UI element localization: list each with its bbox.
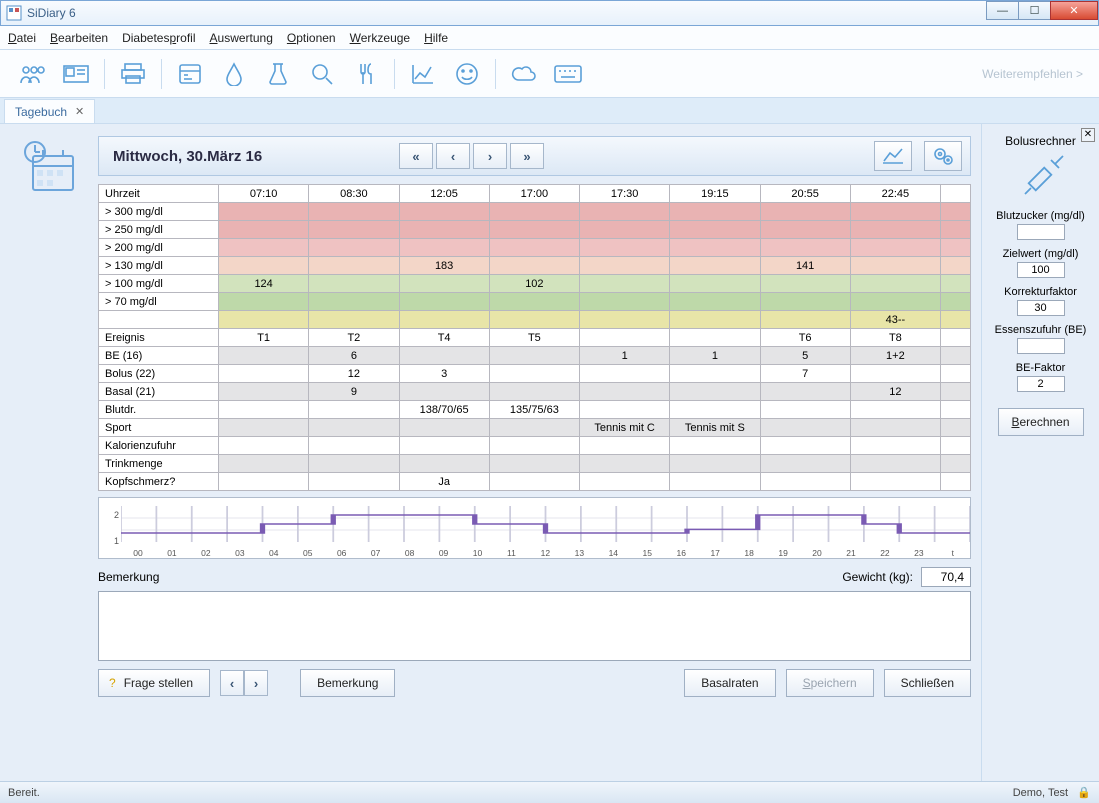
next-day-button[interactable]: › [473, 143, 507, 169]
first-day-button[interactable]: « [399, 143, 433, 169]
menu-tools[interactable]: Werkzeuge [350, 31, 410, 45]
diary-grid[interactable]: Uhrzeit07:1008:3012:0517:0017:3019:1520:… [98, 184, 971, 491]
settings-button[interactable] [924, 141, 962, 171]
drop-icon[interactable] [220, 60, 248, 88]
basal-chart: 21 0001020304050607080910111213141516171… [98, 497, 971, 559]
bolus-title: Bolusrechner [988, 134, 1093, 148]
minimize-button[interactable]: — [986, 1, 1019, 20]
status-ready: Bereit. [8, 787, 40, 799]
menu-edit[interactable]: Bearbeiten [50, 31, 108, 45]
recommend-link[interactable]: Weiterempfehlen > [982, 67, 1083, 81]
ask-question-button[interactable]: ?Frage stellen [98, 669, 210, 697]
save-button[interactable]: Speichern [786, 669, 874, 697]
smiley-icon[interactable] [453, 60, 481, 88]
ask-prev-button[interactable]: ‹ [220, 670, 244, 696]
ask-next-button[interactable]: › [244, 670, 268, 696]
basalrates-button[interactable]: Basalraten [684, 669, 775, 697]
menu-profile[interactable]: Diabetesprofil [122, 31, 195, 45]
close-window-button[interactable]: ✕ [1050, 1, 1098, 20]
food-input[interactable] [1017, 338, 1065, 354]
prev-day-button[interactable]: ‹ [436, 143, 470, 169]
close-button[interactable]: Schließen [884, 669, 971, 697]
corr-input[interactable] [1017, 300, 1065, 316]
menu-file[interactable]: Datei [8, 31, 36, 45]
statusbar: Bereit. Demo, Test 🔒 [0, 781, 1099, 803]
tab-diary[interactable]: Tagebuch ✕ [4, 99, 95, 123]
factor-input[interactable] [1017, 376, 1065, 392]
search-icon[interactable] [308, 60, 336, 88]
readings-icon[interactable] [176, 60, 204, 88]
current-date: Mittwoch, 30.März 16 [107, 148, 387, 165]
remark-textarea[interactable] [98, 591, 971, 661]
maximize-button[interactable]: ☐ [1018, 1, 1051, 20]
tab-close-icon[interactable]: ✕ [75, 105, 84, 118]
lock-icon: 🔒 [1077, 787, 1091, 799]
date-header: Mittwoch, 30.März 16 « ‹ › » [98, 136, 971, 176]
card-icon[interactable] [62, 60, 90, 88]
chart-button[interactable] [874, 141, 912, 171]
toolbar: Weiterempfehlen > [0, 50, 1099, 98]
window-title: SiDiary 6 [27, 6, 76, 20]
compute-button[interactable]: Berechnen [998, 408, 1084, 436]
menubar: Datei Bearbeiten Diabetesprofil Auswertu… [0, 26, 1099, 50]
stats-icon[interactable] [409, 60, 437, 88]
panel-close-icon[interactable]: ✕ [1081, 128, 1095, 142]
remark-label: Bemerkung [98, 570, 159, 584]
calendar-clock-icon[interactable] [21, 138, 77, 781]
remark-button[interactable]: Bemerkung [300, 669, 395, 697]
syringe-icon [1017, 154, 1065, 202]
bolus-panel: ✕ Bolusrechner Blutzucker (mg/dl) Zielwe… [981, 124, 1099, 781]
print-icon[interactable] [119, 60, 147, 88]
menu-analysis[interactable]: Auswertung [210, 31, 273, 45]
keyboard-icon[interactable] [554, 60, 582, 88]
cloud-icon[interactable] [510, 60, 538, 88]
tabstrip: Tagebuch ✕ [0, 98, 1099, 124]
titlebar: SiDiary 6 — ☐ ✕ [0, 0, 1099, 26]
last-day-button[interactable]: » [510, 143, 544, 169]
food-icon[interactable] [352, 60, 380, 88]
flask-icon[interactable] [264, 60, 292, 88]
weight-value[interactable]: 70,4 [921, 567, 971, 587]
menu-help[interactable]: Hilfe [424, 31, 448, 45]
target-input[interactable] [1017, 262, 1065, 278]
weight-label: Gewicht (kg): [842, 570, 913, 584]
people-icon[interactable] [18, 60, 46, 88]
app-icon [6, 5, 22, 21]
menu-options[interactable]: Optionen [287, 31, 336, 45]
status-user: Demo, Test [1013, 787, 1068, 799]
bg-input[interactable] [1017, 224, 1065, 240]
tab-label: Tagebuch [15, 105, 67, 119]
